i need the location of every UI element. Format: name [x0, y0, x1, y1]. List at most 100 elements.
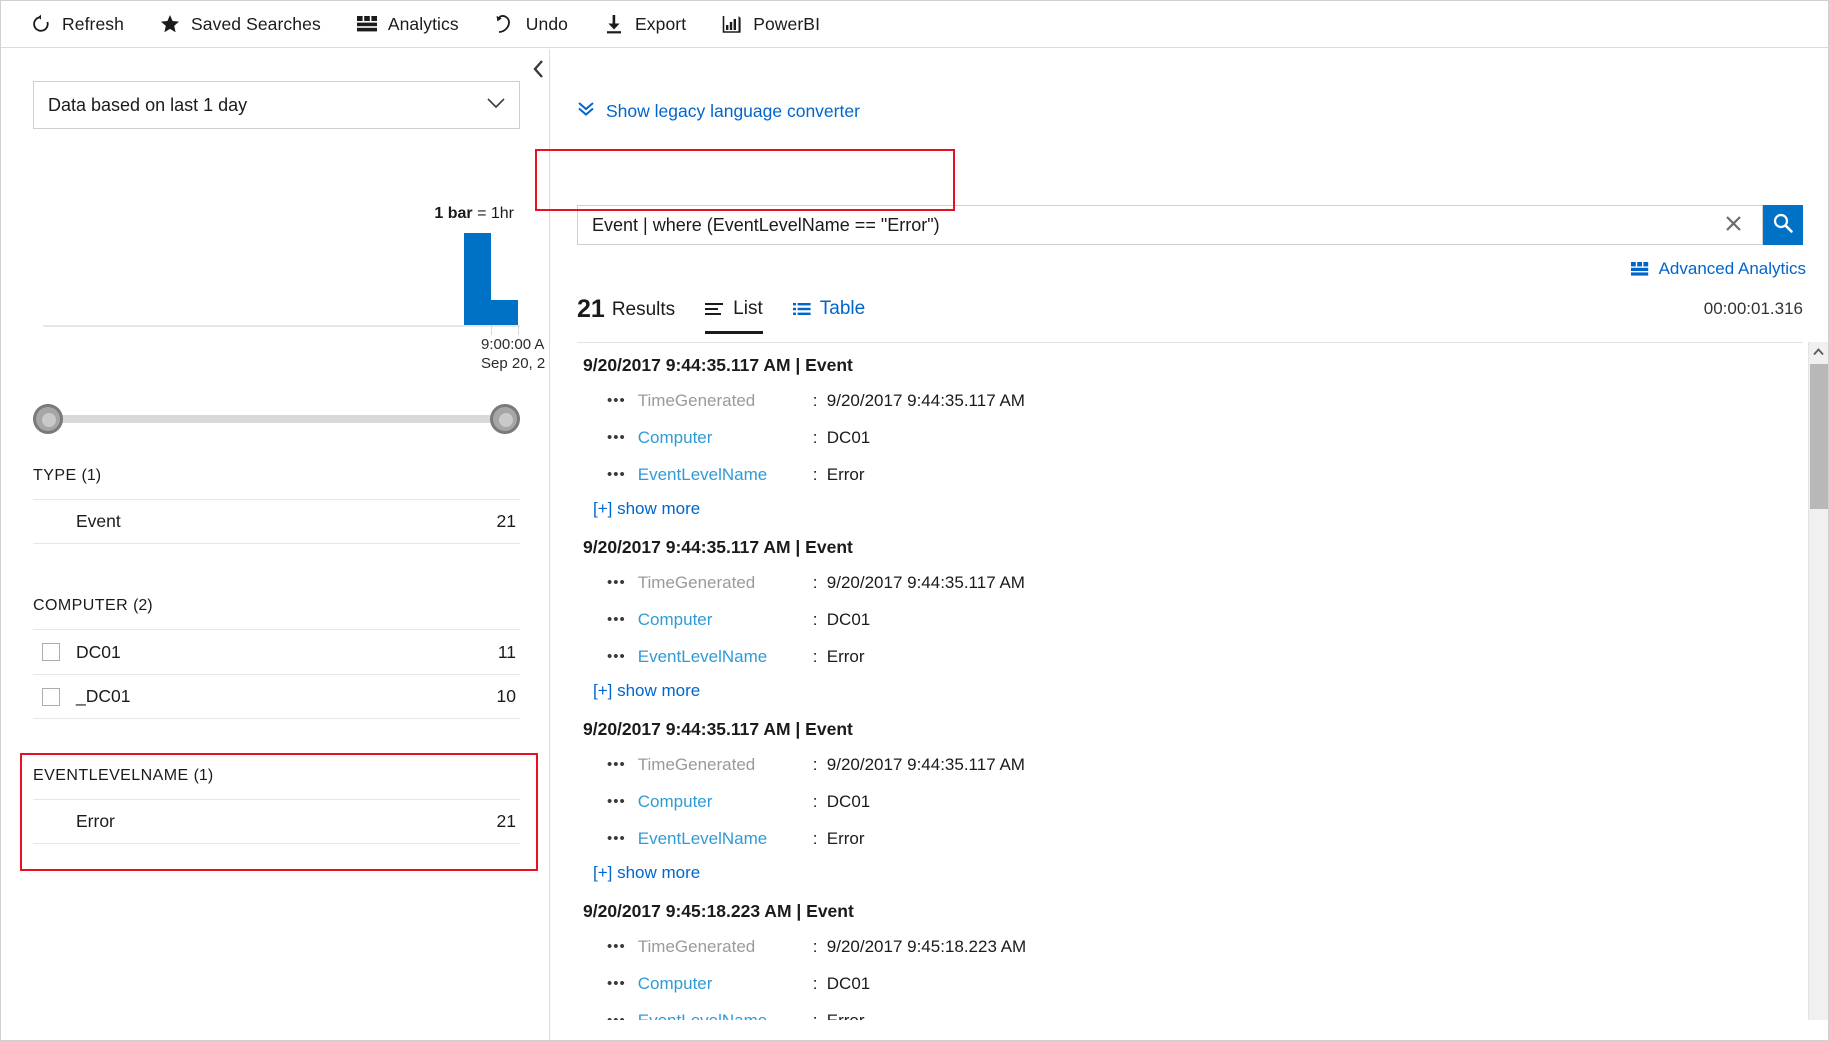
chart-bar[interactable]	[464, 233, 491, 325]
time-range-slider[interactable]	[33, 404, 520, 434]
chevron-up-icon[interactable]	[1809, 342, 1828, 362]
ellipsis-icon[interactable]: •••	[607, 756, 626, 773]
list-item[interactable]: 9/20/2017 9:45:18.223 AM | Event ••• Tim…	[577, 889, 1803, 1020]
ellipsis-icon[interactable]: •••	[607, 611, 626, 628]
ellipsis-icon[interactable]: •••	[607, 793, 626, 810]
toolbar-button-powerbi[interactable]: PowerBI	[720, 1, 820, 47]
show-more-link[interactable]: [+] show more	[577, 857, 1803, 889]
result-field-colon: :	[812, 1010, 818, 1021]
scrollbar-thumb[interactable]	[1810, 364, 1828, 509]
range-end-handle[interactable]	[490, 404, 520, 434]
result-field: ••• EventLevelName : Error	[577, 638, 1803, 675]
chart-axis-tick-label: 9:00:00 A Sep 20, 2	[481, 335, 545, 373]
facet-title-text: EVENTLEVELNAME	[33, 767, 189, 784]
result-field-key[interactable]: EventLevelName	[638, 829, 813, 849]
time-histogram-chart[interactable]: 1 bar = 1hr 9:00:00 A Sep 20, 2	[33, 145, 545, 372]
table-icon	[792, 301, 812, 317]
result-field-key[interactable]: EventLevelName	[638, 465, 813, 485]
ellipsis-icon[interactable]: •••	[607, 975, 626, 992]
ellipsis-icon[interactable]: •••	[607, 466, 626, 483]
result-field-colon: :	[812, 936, 818, 956]
result-field-key[interactable]: Computer	[638, 792, 813, 812]
result-field-key[interactable]: EventLevelName	[638, 647, 813, 667]
facet-title-text: TYPE	[33, 467, 77, 484]
result-field: ••• EventLevelName : Error	[577, 820, 1803, 857]
ellipsis-icon[interactable]: •••	[607, 392, 626, 409]
list-item[interactable]: 9/20/2017 9:44:35.117 AM | Event ••• Tim…	[577, 343, 1803, 525]
chevron-left-icon[interactable]	[529, 56, 549, 82]
facet-row[interactable]: _DC01 10	[33, 674, 520, 719]
axis-label-line1: 9:00:00 A	[481, 336, 545, 353]
query-input[interactable]: Event | where (EventLevelName == "Error"…	[577, 205, 1763, 245]
result-field-key[interactable]: Computer	[638, 428, 813, 448]
tab-list[interactable]: List	[705, 294, 763, 334]
range-start-handle[interactable]	[33, 404, 63, 434]
toolbar-button-export[interactable]: Export	[602, 1, 686, 47]
results-count: 21	[577, 295, 605, 323]
ellipsis-icon[interactable]: •••	[607, 648, 626, 665]
result-header: 9/20/2017 9:44:35.117 AM | Event	[583, 719, 853, 739]
facet-row[interactable]: Error 21	[33, 799, 520, 844]
toolbar-label: Refresh	[62, 13, 124, 34]
result-field-colon: :	[812, 828, 818, 848]
ellipsis-icon[interactable]: •••	[607, 938, 626, 955]
toolbar-button-undo[interactable]: Undo	[493, 1, 568, 47]
ellipsis-icon[interactable]: •••	[607, 830, 626, 847]
chart-bar[interactable]	[491, 300, 518, 325]
facet-title: COMPUTER (2)	[33, 597, 520, 629]
toolbar-label: Analytics	[387, 13, 459, 34]
toolbar-button-refresh[interactable]: Refresh	[29, 1, 124, 47]
result-field-value: 9/20/2017 9:44:35.117 AM	[826, 572, 1025, 592]
facet-row-count: 21	[496, 511, 516, 531]
chevron-down-icon	[487, 96, 505, 114]
facet-row-name: Event	[76, 511, 121, 531]
top-toolbar: Refresh Saved Searches Analytics Undo Ex…	[1, 1, 1828, 48]
result-field-value: Error	[826, 828, 865, 848]
show-more-link[interactable]: [+] show more	[577, 675, 1803, 707]
result-field-value: Error	[826, 464, 865, 484]
ellipsis-icon[interactable]: •••	[607, 574, 626, 591]
search-button[interactable]	[1763, 205, 1803, 245]
advanced-analytics-link[interactable]: Advanced Analytics	[1630, 259, 1806, 279]
facet-title-text: COMPUTER	[33, 597, 129, 614]
ellipsis-icon[interactable]: •••	[607, 429, 626, 446]
result-header: 9/20/2017 9:45:18.223 AM | Event	[583, 901, 854, 921]
facet-row[interactable]: Event 21	[33, 499, 520, 544]
results-list[interactable]: 9/20/2017 9:44:35.117 AM | Event ••• Tim…	[577, 342, 1803, 1020]
grid-icon	[355, 12, 379, 36]
result-field-key: TimeGenerated	[637, 390, 756, 410]
chart-bars	[43, 233, 520, 325]
slider-track[interactable]	[45, 415, 510, 423]
toolbar-button-saved-searches[interactable]: Saved Searches	[158, 1, 321, 47]
chart-legend-rest: = 1hr	[472, 205, 514, 222]
tab-table[interactable]: Table	[792, 294, 865, 331]
time-range-select[interactable]: Data based on last 1 day	[33, 81, 520, 129]
list-item[interactable]: 9/20/2017 9:44:35.117 AM | Event ••• Tim…	[577, 525, 1803, 707]
result-field: ••• Computer : DC01	[577, 419, 1803, 456]
show-more-link[interactable]: [+] show more	[577, 493, 1803, 525]
list-item[interactable]: 9/20/2017 9:44:35.117 AM | Event ••• Tim…	[577, 707, 1803, 889]
toolbar-label: Saved Searches	[190, 13, 321, 34]
search-icon	[1772, 212, 1794, 239]
facet-checkbox[interactable]	[42, 643, 60, 661]
result-field-key: TimeGenerated	[637, 936, 756, 956]
close-icon[interactable]	[1713, 215, 1754, 236]
facet-row[interactable]: DC01 11	[33, 629, 520, 674]
result-field-key[interactable]: EventLevelName	[638, 1011, 813, 1021]
result-field-value: DC01	[826, 427, 871, 447]
ellipsis-icon[interactable]: •••	[607, 1012, 626, 1020]
facet-row-name: _DC01	[76, 686, 131, 706]
facet-title-count: (1)	[81, 467, 102, 484]
result-field: ••• Computer : DC01	[577, 965, 1803, 1002]
facet-title-count: (2)	[133, 597, 153, 614]
result-field-key[interactable]: Computer	[638, 974, 813, 994]
results-scrollbar[interactable]	[1808, 342, 1828, 1020]
show-legacy-converter-link[interactable]: Show legacy language converter	[577, 101, 860, 122]
query-input-value: Event | where (EventLevelName == "Error"…	[592, 214, 940, 235]
query-search-bar: Event | where (EventLevelName == "Error"…	[577, 205, 1803, 245]
toolbar-button-analytics[interactable]: Analytics	[355, 1, 459, 47]
chart-plot-area	[43, 233, 520, 335]
result-field-key[interactable]: Computer	[638, 610, 813, 630]
legacy-link-label: Show legacy language converter	[606, 101, 860, 121]
facet-checkbox[interactable]	[42, 687, 60, 706]
